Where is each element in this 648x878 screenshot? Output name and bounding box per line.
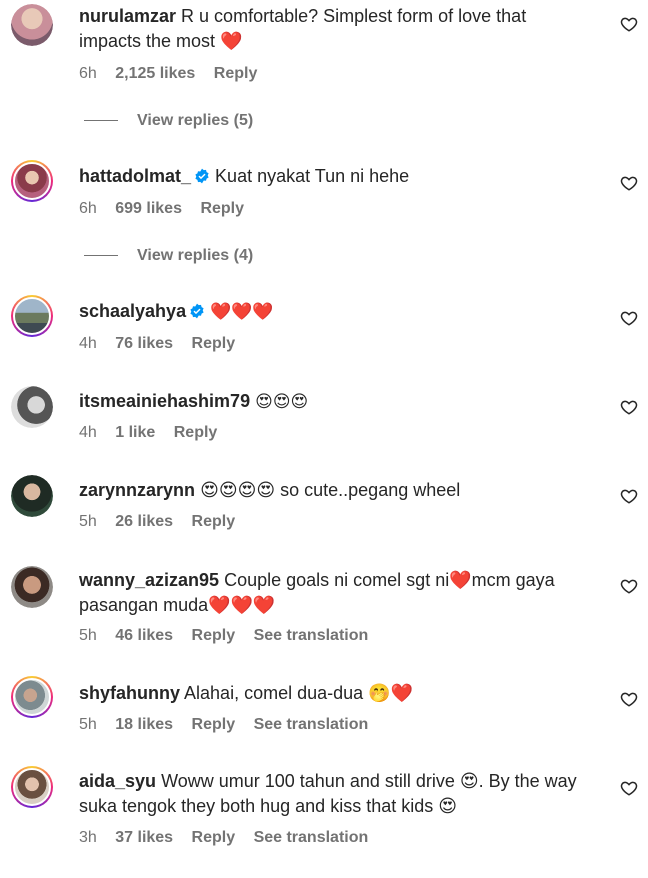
comment-time[interactable]: 5h: [79, 627, 97, 644]
comment-meta: 5h 18 likes Reply See translation: [79, 716, 382, 734]
comment-meta: 6h 2,125 likes Reply: [79, 65, 271, 83]
reply-button[interactable]: Reply: [214, 65, 258, 82]
comment-username[interactable]: hattadolmat_: [79, 166, 191, 186]
comment-content: 😍😍😍: [255, 392, 309, 412]
comment-content: ❤️❤️❤️: [210, 302, 274, 322]
comment-time[interactable]: 4h: [79, 335, 97, 352]
comment-likes[interactable]: 37 likes: [115, 829, 173, 846]
comment-username[interactable]: aida_syu: [79, 771, 156, 791]
comment-username[interactable]: zarynnzarynn: [79, 480, 195, 500]
verified-badge-icon: [190, 303, 204, 319]
reply-button[interactable]: Reply: [192, 716, 236, 733]
view-replies-button[interactable]: View replies (4): [84, 247, 253, 265]
comment-username[interactable]: schaalyahya: [79, 301, 186, 321]
reply-button[interactable]: Reply: [192, 513, 236, 530]
avatar[interactable]: [11, 160, 53, 202]
comment-meta: 5h 46 likes Reply See translation: [79, 627, 382, 645]
comment-time[interactable]: 3h: [79, 829, 97, 846]
comment-meta: 5h 26 likes Reply: [79, 513, 249, 531]
comment-time[interactable]: 5h: [79, 716, 97, 733]
comment-time[interactable]: 6h: [79, 65, 97, 82]
comment-content: Kuat nyakat Tun ni hehe: [215, 166, 410, 186]
comment-likes[interactable]: 26 likes: [115, 513, 173, 530]
comment-likes[interactable]: 46 likes: [115, 627, 173, 644]
comment-likes[interactable]: 2,125 likes: [115, 65, 195, 82]
comment-username[interactable]: shyfahunny: [79, 683, 180, 703]
avatar[interactable]: [11, 766, 53, 808]
reply-button[interactable]: Reply: [192, 829, 236, 846]
reply-button[interactable]: Reply: [200, 200, 244, 217]
see-translation-button[interactable]: See translation: [254, 829, 369, 846]
comment-meta: 6h 699 likes Reply: [79, 200, 258, 218]
comment-time[interactable]: 6h: [79, 200, 97, 217]
comment-username[interactable]: wanny_azizan95: [79, 570, 219, 590]
heart-outline-icon[interactable]: [620, 398, 638, 416]
heart-outline-icon[interactable]: [620, 577, 638, 595]
reply-button[interactable]: Reply: [192, 627, 236, 644]
heart-outline-icon[interactable]: [620, 779, 638, 797]
comment-text: zarynnzarynn 😍😍😍😍 so cute..pegang wheel: [79, 478, 579, 503]
comment-username[interactable]: itsmeainiehashim79: [79, 391, 250, 411]
comment-text: itsmeainiehashim79 😍😍😍: [79, 389, 579, 415]
avatar[interactable]: [11, 676, 53, 718]
comment-content: 😍😍😍😍 so cute..pegang wheel: [200, 480, 461, 500]
avatar[interactable]: [11, 566, 53, 608]
see-translation-button[interactable]: See translation: [254, 716, 369, 733]
reply-button[interactable]: Reply: [192, 335, 236, 352]
heart-outline-icon[interactable]: [620, 174, 638, 192]
comment-time[interactable]: 4h: [79, 424, 97, 441]
comment-text: hattadolmat_ Kuat nyakat Tun ni hehe: [79, 164, 579, 189]
view-replies-label[interactable]: View replies (4): [137, 247, 253, 264]
comment-text: aida_syu Woww umur 100 tahun and still d…: [79, 769, 579, 819]
reply-button[interactable]: Reply: [174, 424, 218, 441]
heart-outline-icon[interactable]: [620, 15, 638, 33]
heart-outline-icon[interactable]: [620, 487, 638, 505]
see-translation-button[interactable]: See translation: [254, 627, 369, 644]
avatar[interactable]: [11, 475, 53, 517]
divider-line: [84, 255, 118, 257]
comment-likes[interactable]: 18 likes: [115, 716, 173, 733]
comment-likes[interactable]: 699 likes: [115, 200, 182, 217]
comment-likes[interactable]: 76 likes: [115, 335, 173, 352]
comment-time[interactable]: 5h: [79, 513, 97, 530]
comment-meta: 4h 76 likes Reply: [79, 335, 249, 353]
heart-outline-icon[interactable]: [620, 690, 638, 708]
avatar[interactable]: [11, 295, 53, 337]
comment-text: wanny_azizan95 Couple goals ni comel sgt…: [79, 568, 579, 618]
comment-content: Alahai, comel dua-dua 🤭❤️: [184, 683, 413, 703]
comment-text: schaalyahya ❤️❤️❤️: [79, 299, 579, 325]
comment-meta: 4h 1 like Reply: [79, 424, 231, 442]
verified-badge-icon: [195, 168, 209, 184]
view-replies-label[interactable]: View replies (5): [137, 112, 253, 129]
comment-meta: 3h 37 likes Reply See translation: [79, 829, 382, 847]
view-replies-button[interactable]: View replies (5): [84, 112, 253, 130]
avatar[interactable]: [11, 386, 53, 428]
divider-line: [84, 120, 118, 122]
comment-text: nurulamzar R u comfortable? Simplest for…: [79, 4, 579, 54]
avatar[interactable]: [11, 4, 53, 46]
heart-outline-icon[interactable]: [620, 309, 638, 327]
comment-username[interactable]: nurulamzar: [79, 6, 176, 26]
comment-text: shyfahunny Alahai, comel dua-dua 🤭❤️: [79, 681, 579, 706]
comment-likes[interactable]: 1 like: [115, 424, 155, 441]
